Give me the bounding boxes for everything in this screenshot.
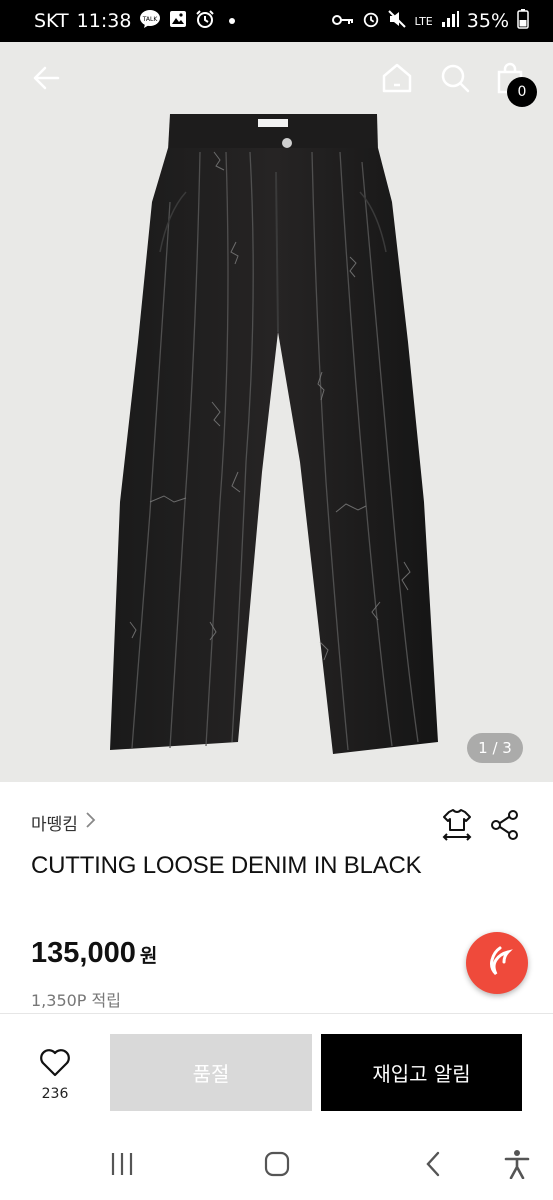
signal-icon bbox=[441, 10, 459, 32]
home-nav-button[interactable] bbox=[260, 1149, 294, 1183]
floating-action-button[interactable] bbox=[466, 932, 528, 994]
product-image-carousel[interactable] bbox=[0, 42, 553, 782]
kakaotalk-icon: TALK bbox=[139, 9, 161, 34]
brand-link[interactable]: 마뗑킴 bbox=[31, 810, 96, 835]
key-icon bbox=[332, 10, 354, 32]
battery-percent: 35% bbox=[466, 10, 509, 32]
alarm-icon bbox=[195, 9, 215, 34]
price-unit: 원 bbox=[139, 945, 158, 967]
system-navigation-bar bbox=[0, 1131, 553, 1200]
home-icon bbox=[380, 61, 414, 99]
price-row: 135,000 원 bbox=[31, 937, 157, 970]
share-icon bbox=[489, 810, 521, 845]
cart-count-badge[interactable]: 0 bbox=[507, 77, 537, 107]
chevron-right-icon bbox=[84, 811, 96, 834]
price-value: 135,000 bbox=[31, 937, 136, 969]
carrier: SKT bbox=[34, 10, 69, 32]
home-button[interactable] bbox=[377, 60, 417, 100]
home-nav-icon bbox=[263, 1150, 291, 1182]
recent-apps-button[interactable] bbox=[105, 1149, 139, 1183]
product-title: CUTTING LOOSE DENIM IN BLACK bbox=[31, 852, 422, 879]
back-button[interactable] bbox=[26, 60, 66, 100]
accessibility-button[interactable] bbox=[500, 1149, 534, 1183]
fab-logo-icon bbox=[480, 944, 514, 982]
sold-out-button: 품절 bbox=[110, 1034, 312, 1111]
mute-icon bbox=[388, 9, 407, 33]
like-count: 236 bbox=[41, 1086, 69, 1102]
like-button[interactable]: 236 bbox=[30, 1048, 80, 1102]
battery-icon bbox=[517, 8, 529, 34]
notification-dot bbox=[229, 18, 236, 24]
network-type: LTE bbox=[414, 14, 433, 28]
reward-points: 1,350P 적립 bbox=[31, 991, 121, 1010]
alarm-status-icon bbox=[362, 10, 380, 33]
clock: 11:38 bbox=[76, 10, 132, 32]
back-arrow-icon bbox=[30, 62, 62, 98]
search-icon bbox=[439, 62, 471, 98]
recent-apps-icon bbox=[108, 1151, 136, 1181]
svg-text:TALK: TALK bbox=[142, 16, 159, 23]
back-nav-button[interactable] bbox=[416, 1149, 450, 1183]
brand-name: 마뗑킴 bbox=[31, 815, 78, 835]
product-image bbox=[110, 114, 438, 754]
accessibility-icon bbox=[503, 1149, 531, 1183]
purchase-bar: 236 품절 재입고 알림 bbox=[0, 1013, 553, 1131]
gallery-icon bbox=[169, 10, 187, 33]
heart-icon bbox=[39, 1049, 71, 1082]
image-pager: 1 / 3 bbox=[467, 733, 523, 763]
back-nav-icon bbox=[423, 1150, 443, 1182]
size-guide-icon bbox=[440, 809, 474, 846]
status-bar: SKT 11:38 TALK LTE 35% bbox=[0, 0, 553, 42]
top-navigation bbox=[0, 42, 553, 120]
share-button[interactable] bbox=[489, 809, 521, 841]
restock-notify-button[interactable]: 재입고 알림 bbox=[321, 1034, 522, 1111]
search-button[interactable] bbox=[435, 60, 475, 100]
size-guide-button[interactable] bbox=[440, 808, 474, 842]
